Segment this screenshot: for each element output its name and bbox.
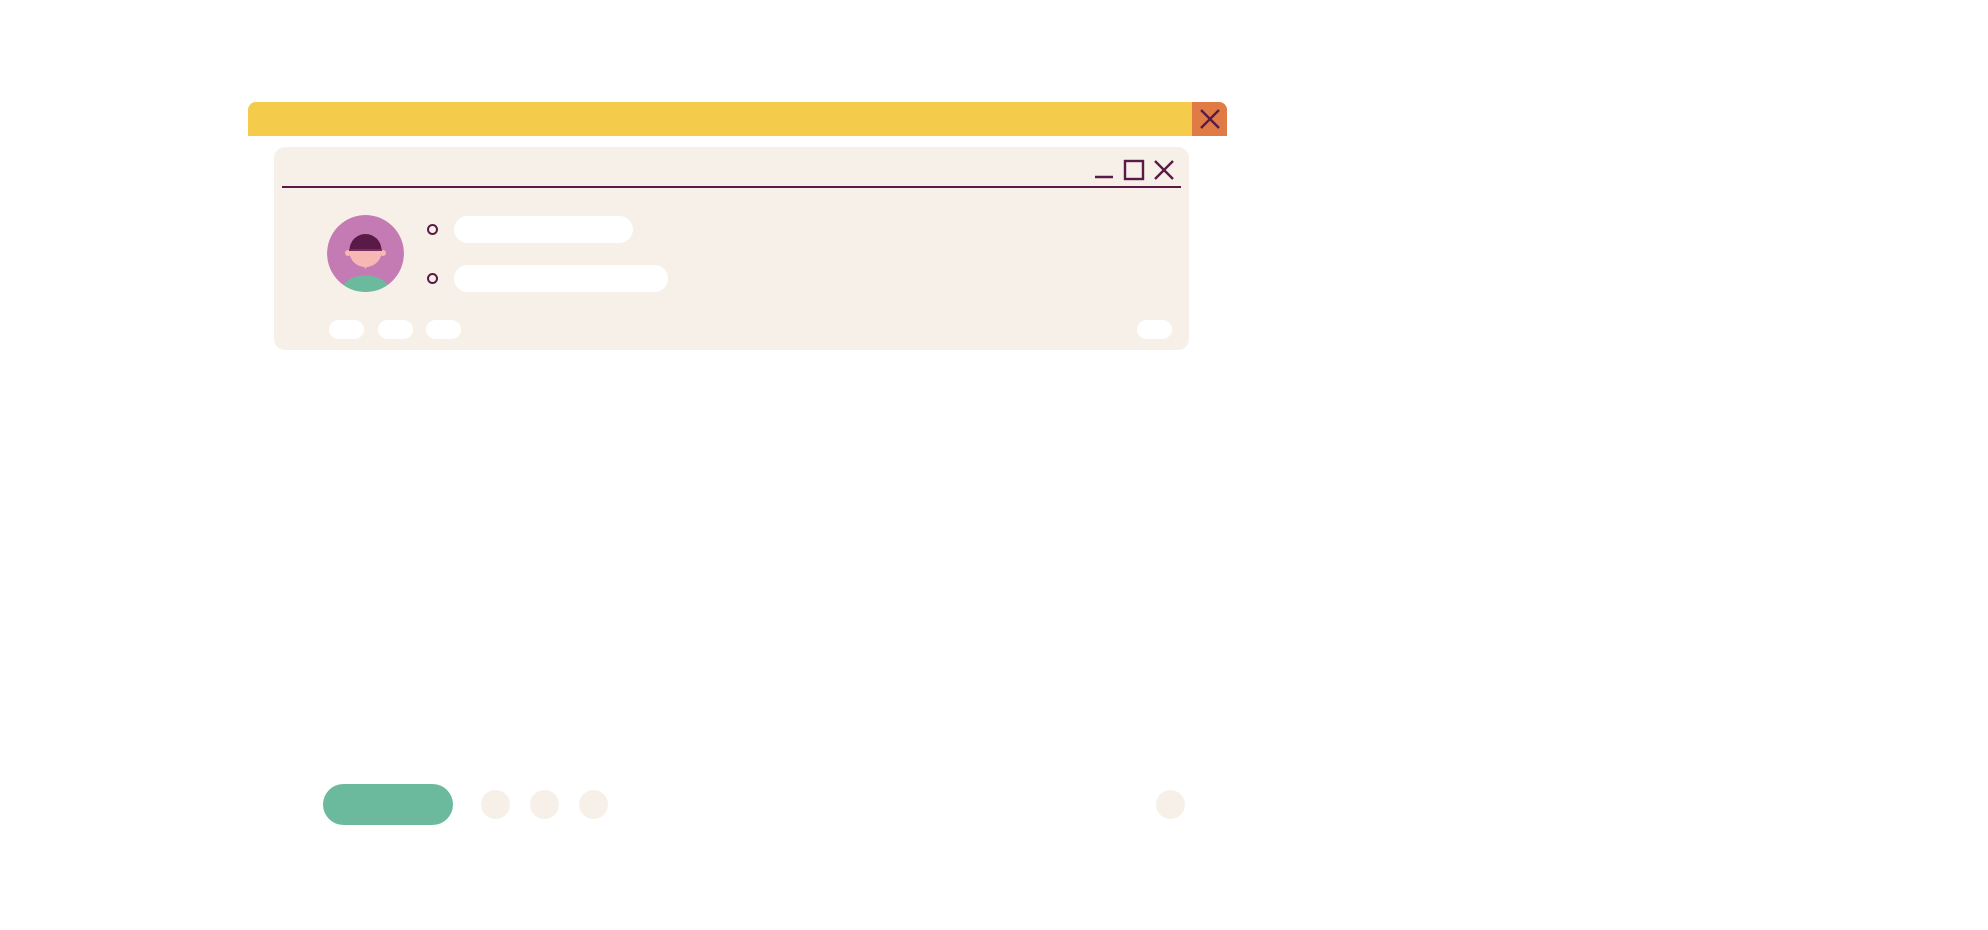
chip[interactable] bbox=[329, 320, 364, 339]
primary-button[interactable] bbox=[323, 784, 453, 825]
footer-dot-button[interactable] bbox=[579, 790, 608, 819]
minimize-icon bbox=[1095, 175, 1113, 179]
option-label bbox=[454, 265, 668, 292]
maximize-icon bbox=[1123, 159, 1145, 181]
panel-divider bbox=[282, 186, 1181, 188]
close-icon bbox=[1154, 160, 1174, 180]
radio-button[interactable] bbox=[427, 273, 438, 284]
option-label bbox=[454, 216, 633, 243]
user-avatar-icon bbox=[327, 215, 404, 292]
close-icon bbox=[1199, 109, 1220, 129]
panel-close-button[interactable] bbox=[1152, 158, 1176, 182]
radio-button[interactable] bbox=[427, 224, 438, 235]
chip[interactable] bbox=[426, 320, 461, 339]
minimize-button[interactable] bbox=[1092, 158, 1116, 182]
dialog-panel bbox=[274, 147, 1189, 350]
chip[interactable] bbox=[1137, 320, 1172, 339]
option-row-2[interactable] bbox=[427, 265, 668, 292]
maximize-button[interactable] bbox=[1122, 158, 1146, 182]
chip[interactable] bbox=[378, 320, 413, 339]
avatar bbox=[327, 215, 404, 292]
panel-window-controls bbox=[1092, 158, 1176, 182]
option-row-1[interactable] bbox=[427, 216, 633, 243]
window-titlebar[interactable] bbox=[248, 102, 1227, 136]
window-close-button[interactable] bbox=[1192, 102, 1227, 136]
footer-dot-button[interactable] bbox=[481, 790, 510, 819]
footer-dot-button[interactable] bbox=[1156, 790, 1185, 819]
footer-dot-button[interactable] bbox=[530, 790, 559, 819]
